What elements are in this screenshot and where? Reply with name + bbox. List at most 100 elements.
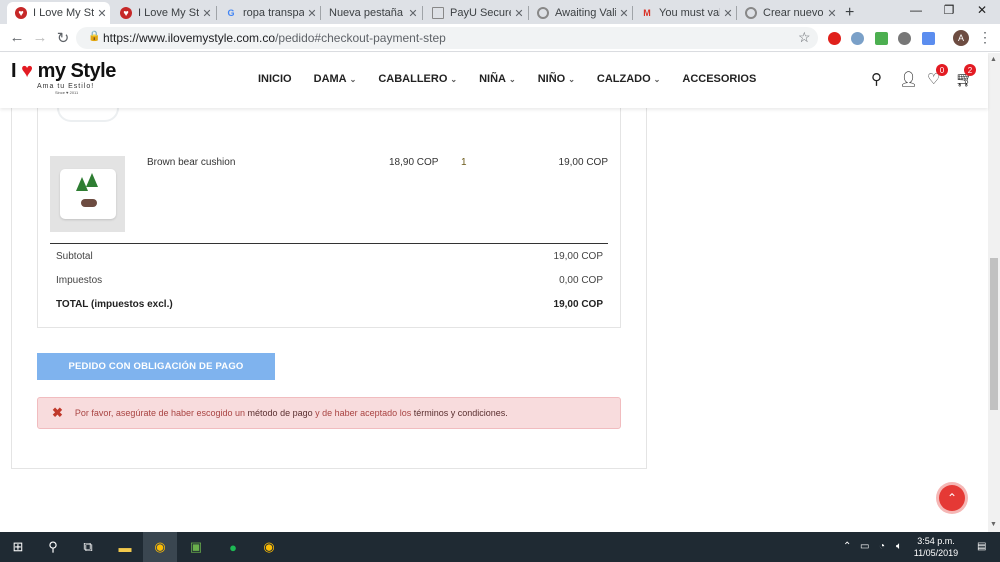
tray-chevron-up-icon[interactable]: ⌃ [843, 541, 851, 552]
search-icon[interactable]: ⚲ [871, 70, 882, 88]
restore-button[interactable]: ❐ [934, 3, 964, 17]
tab-i-love-my-style[interactable]: ♥ I Love My Style ✕ [7, 2, 110, 24]
close-tab-icon[interactable]: ✕ [199, 7, 215, 20]
extension-icon[interactable] [898, 32, 911, 45]
opera-extension-icon[interactable] [828, 32, 841, 45]
chevron-down-icon: ⌄ [653, 75, 661, 84]
tab-gmail[interactable]: M You must valida ✕ [633, 2, 736, 24]
gmail-icon: M [643, 8, 651, 18]
scroll-to-top-button[interactable]: ⌃ [939, 485, 965, 511]
close-tab-icon[interactable]: ✕ [405, 7, 421, 20]
error-alert: ✖ Por favor, asegúrate de haber escogido… [37, 397, 621, 429]
extension-icon[interactable] [922, 32, 935, 45]
site-header: I ♥ my Style Ama tu Estilo! Since ♥ 2011… [0, 53, 988, 108]
place-order-button[interactable]: PEDIDO CON OBLIGACIÓN DE PAGO [37, 353, 275, 380]
pillow-image [59, 169, 116, 219]
site-logo[interactable]: I ♥ my Style Ama tu Estilo! Since ♥ 2011 [11, 60, 116, 95]
file-explorer-icon[interactable]: ▬ [116, 538, 134, 556]
taskbar-clock[interactable]: 3:54 p.m. 11/05/2019 [912, 535, 960, 559]
heart-favicon-icon: ♥ [15, 7, 27, 19]
reload-icon[interactable]: ↻ [54, 29, 72, 47]
close-tab-icon[interactable]: ✕ [824, 7, 840, 20]
total-row: TOTAL (impuestos excl.) 19,00 COP [56, 299, 603, 310]
menu-item-dama[interactable]: DAMA ⌄ [314, 73, 357, 85]
chevron-down-icon: ⌄ [568, 75, 575, 84]
loading-icon [745, 7, 757, 19]
tab-google-search[interactable]: G ropa transparente ✕ [217, 2, 320, 24]
back-arrow-icon[interactable]: ← [8, 29, 26, 46]
close-window-button[interactable]: ✕ [967, 3, 997, 17]
cart-icon[interactable]: 🛒︎ 2 [955, 64, 976, 88]
extension-icon[interactable] [875, 32, 888, 45]
loading-icon [537, 7, 549, 19]
wifi-icon[interactable]: ◔ [879, 541, 885, 552]
tab-awaiting-validation[interactable]: Awaiting Validat ✕ [529, 2, 632, 24]
scroll-down-arrow-icon[interactable]: ▼ [990, 521, 997, 528]
main-menu: INICIO DAMA ⌄ CABALLERO ⌄ NIÑA ⌄ NIÑO ⌄ CALZ… [258, 73, 778, 85]
menu-item-nino[interactable]: NIÑO ⌄ [538, 73, 575, 85]
heart-icon: ♥ [21, 60, 33, 82]
profile-avatar[interactable]: A [953, 30, 969, 46]
page-scrollbar[interactable]: ▲ ▼ [988, 53, 1000, 532]
menu-item-caballero[interactable]: CABALLERO ⌄ [378, 73, 457, 85]
chrome-icon[interactable]: ◉ [151, 538, 169, 556]
terms-link[interactable]: términos y condiciones. [414, 408, 508, 418]
wishlist-heart-icon[interactable]: ♡ 0 [927, 64, 948, 88]
close-tab-icon[interactable]: ✕ [304, 7, 320, 20]
google-icon: G [227, 8, 235, 18]
chevron-down-icon: ⌄ [349, 75, 357, 84]
scrollbar-thumb[interactable] [990, 258, 998, 410]
browser-tab-strip: ♥ I Love My Style ✕ ♥ I Love My Style ✕ … [0, 0, 1000, 24]
minimize-button[interactable]: — [901, 3, 931, 17]
product-image[interactable] [50, 156, 125, 232]
url-text[interactable]: https://www.ilovemystyle.com.co/pedido#c… [103, 31, 446, 45]
close-tab-icon[interactable]: ✕ [94, 7, 110, 20]
wishlist-count-badge: 0 [936, 64, 948, 76]
heart-favicon-icon: ♥ [120, 7, 132, 19]
menu-item-nina[interactable]: NIÑA ⌄ [479, 73, 516, 85]
bookmark-star-icon[interactable]: ☆ [798, 29, 811, 46]
tab-payu[interactable]: PayU Secure - ✕ [424, 2, 527, 24]
subtotal-row: Subtotal 19,00 COP [56, 251, 603, 262]
more-menu-icon[interactable]: ⋮ [978, 29, 992, 46]
forward-arrow-icon[interactable]: → [31, 29, 49, 46]
tab-crear-nuevo[interactable]: Crear nuevo ti ✕ [737, 2, 840, 24]
error-x-icon: ✖ [52, 405, 63, 420]
product-unit-price: 18,90 COP [389, 157, 439, 168]
windows-start-icon[interactable]: ⊞ [9, 538, 27, 556]
lock-icon: 🔒 [88, 31, 101, 42]
payment-method-link[interactable]: método de pago [248, 408, 313, 418]
close-tab-icon[interactable]: ✕ [616, 7, 632, 20]
chrome-icon[interactable]: ◉ [260, 538, 278, 556]
browser-toolbar: ← → ↻ 🔒 https://www.ilovemystyle.com.co/… [0, 24, 1000, 52]
app-icon[interactable]: ▣ [187, 538, 205, 556]
close-tab-icon[interactable]: ✕ [511, 7, 527, 20]
menu-item-calzado[interactable]: CALZADO ⌄ [597, 73, 660, 85]
tax-row: Impuestos 0,00 COP [56, 275, 603, 286]
summary-divider [50, 243, 608, 244]
volume-icon[interactable]: 🔈︎ [896, 541, 902, 552]
user-icon[interactable]: 👤︎ [899, 70, 918, 88]
product-quantity: 1 [461, 157, 467, 168]
address-bar[interactable]: 🔒 https://www.ilovemystyle.com.co/pedido… [76, 27, 818, 49]
new-tab-button[interactable]: + [845, 4, 854, 22]
close-tab-icon[interactable]: ✕ [720, 7, 736, 20]
tab-i-love-my-style-2[interactable]: ♥ I Love My Style ✕ [112, 2, 215, 24]
menu-item-accesorios[interactable]: ACCESORIOS [682, 73, 756, 85]
search-icon[interactable]: ⚲ [44, 538, 62, 556]
checkout-content: Brown bear cushion 18,90 COP 1 19,00 COP… [0, 108, 988, 532]
product-name[interactable]: Brown bear cushion [147, 157, 235, 168]
document-icon [432, 7, 444, 19]
spotify-icon[interactable]: ● [224, 538, 242, 556]
windows-taskbar: ⊞ ⚲ ⧉ ▬ ◉ ▣ ● ◉ ⌃ ▭ ◔ 🔈︎ 3:54 p.m. 11/05… [0, 532, 1000, 562]
menu-item-inicio[interactable]: INICIO [258, 73, 292, 85]
chevron-down-icon: ⌄ [450, 75, 458, 84]
extension-icon[interactable] [851, 32, 864, 45]
task-view-icon[interactable]: ⧉ [79, 538, 97, 556]
cart-count-badge: 2 [964, 64, 976, 76]
scroll-up-arrow-icon[interactable]: ▲ [990, 56, 997, 63]
battery-icon[interactable]: ▭ [860, 541, 869, 552]
notifications-icon[interactable]: ▤ [977, 541, 986, 552]
tab-nueva-pestana[interactable]: Nueva pestaña ✕ [321, 2, 421, 24]
chevron-up-icon: ⌃ [946, 491, 958, 505]
